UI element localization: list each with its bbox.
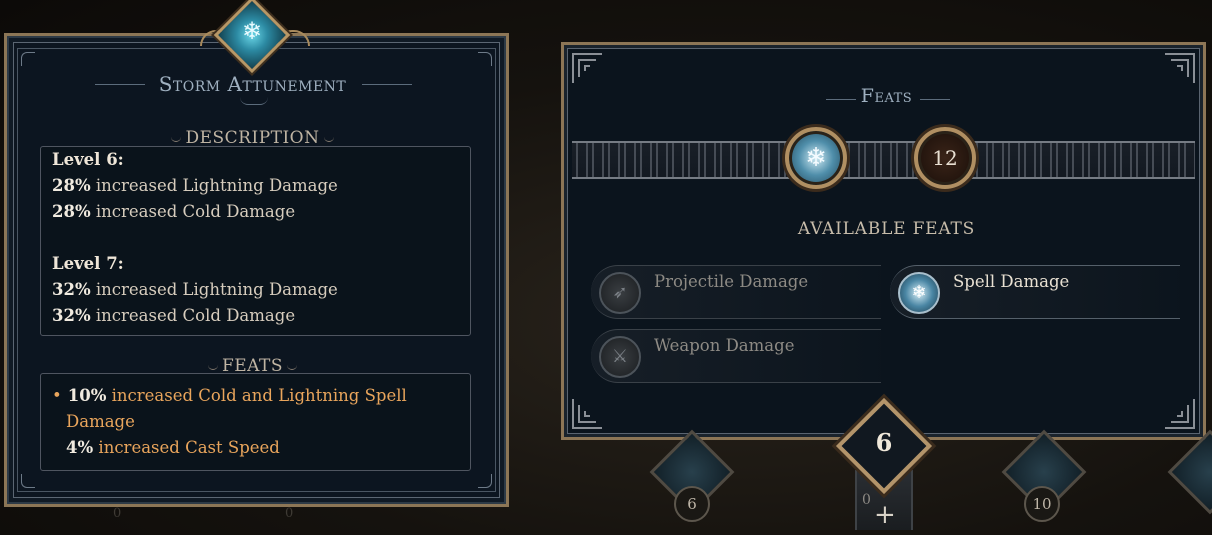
sword-icon: ⚔	[599, 336, 641, 378]
corner-ornament	[21, 474, 35, 488]
greek-corner-ornament	[1165, 399, 1195, 429]
feat-line-2: Damage	[66, 412, 135, 431]
feats-title: Feats	[860, 85, 913, 107]
available-feats-label: AVAILABLE FEATS	[797, 219, 976, 239]
feat-points-medallion: 12	[914, 127, 976, 189]
arrow-icon: ➶	[599, 272, 641, 314]
level-7-line-1: 32% increased Lightning Damage	[52, 280, 338, 299]
skill-tree-node[interactable]	[1167, 429, 1212, 515]
feat-option-label: Projectile Damage	[654, 272, 809, 291]
title-ornament	[240, 97, 268, 105]
node-level: 10	[1024, 486, 1060, 522]
feat-option-spell-damage[interactable]: ❄ Spell Damage	[890, 265, 1180, 319]
node-number: 0	[113, 506, 122, 521]
level-6-line-2: 28% increased Cold Damage	[52, 202, 296, 221]
greek-corner-ornament	[1165, 53, 1195, 83]
storm-spell-icon: ❄	[805, 143, 827, 173]
selected-node-level: 6	[875, 428, 893, 457]
feat-option-label: Spell Damage	[953, 272, 1070, 291]
node-points-spent: 0	[862, 492, 871, 508]
selected-feat-medallion[interactable]: ❄	[785, 127, 847, 189]
corner-ornament	[21, 52, 35, 66]
greek-corner-ornament	[572, 399, 602, 429]
storm-icon: ❄	[241, 17, 263, 45]
feat-option-label: Weapon Damage	[654, 336, 795, 355]
feats-panel: Feats ❄ 12 AVAILABLE FEATS ➶ Projectile …	[561, 42, 1206, 440]
storm-spell-icon: ❄	[898, 272, 940, 314]
greek-key-band	[572, 141, 1195, 179]
corner-ornament	[478, 474, 492, 488]
feat-line-1: • 10% increased Cold and Lightning Spell	[52, 386, 407, 405]
level-7-label: Level 7:	[52, 254, 124, 273]
feat-line-3: 4% increased Cast Speed	[66, 438, 280, 457]
node-number: 0	[285, 506, 294, 521]
level-6-label: Level 6:	[52, 150, 124, 169]
feat-points: 12	[932, 146, 958, 170]
description-header: DESCRIPTION	[0, 128, 505, 148]
add-point-button[interactable]: +	[874, 500, 896, 530]
corner-ornament	[478, 52, 492, 66]
level-7-line-2: 32% increased Cold Damage	[52, 306, 296, 325]
level-6-line-1: 28% increased Lightning Damage	[52, 176, 338, 195]
greek-corner-ornament	[572, 53, 602, 83]
feat-option-projectile-damage[interactable]: ➶ Projectile Damage	[591, 265, 881, 319]
node-level: 6	[674, 486, 710, 522]
skill-title: Storm Attunement	[158, 72, 347, 96]
feat-option-weapon-damage[interactable]: ⚔ Weapon Damage	[591, 329, 881, 383]
